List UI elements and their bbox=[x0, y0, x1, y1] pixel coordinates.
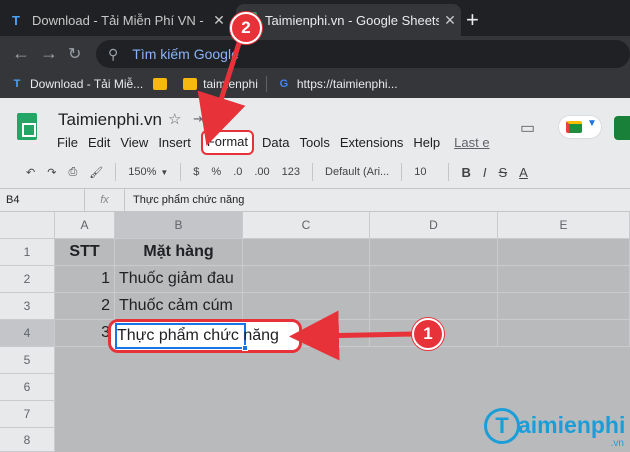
watermark-logo-icon: T bbox=[484, 408, 520, 444]
annotation-arrows bbox=[197, 39, 415, 361]
callout-badge-1: 1 bbox=[412, 318, 444, 350]
arrow-to-cell-b4 bbox=[289, 310, 415, 361]
callout-badge-2: 2 bbox=[230, 12, 262, 44]
arrow-to-format-menu bbox=[197, 39, 246, 146]
taimienphi-watermark: T aimienphi .vn bbox=[484, 408, 630, 452]
watermark-domain: .vn bbox=[610, 438, 624, 449]
watermark-text: aimienphi bbox=[518, 412, 626, 438]
